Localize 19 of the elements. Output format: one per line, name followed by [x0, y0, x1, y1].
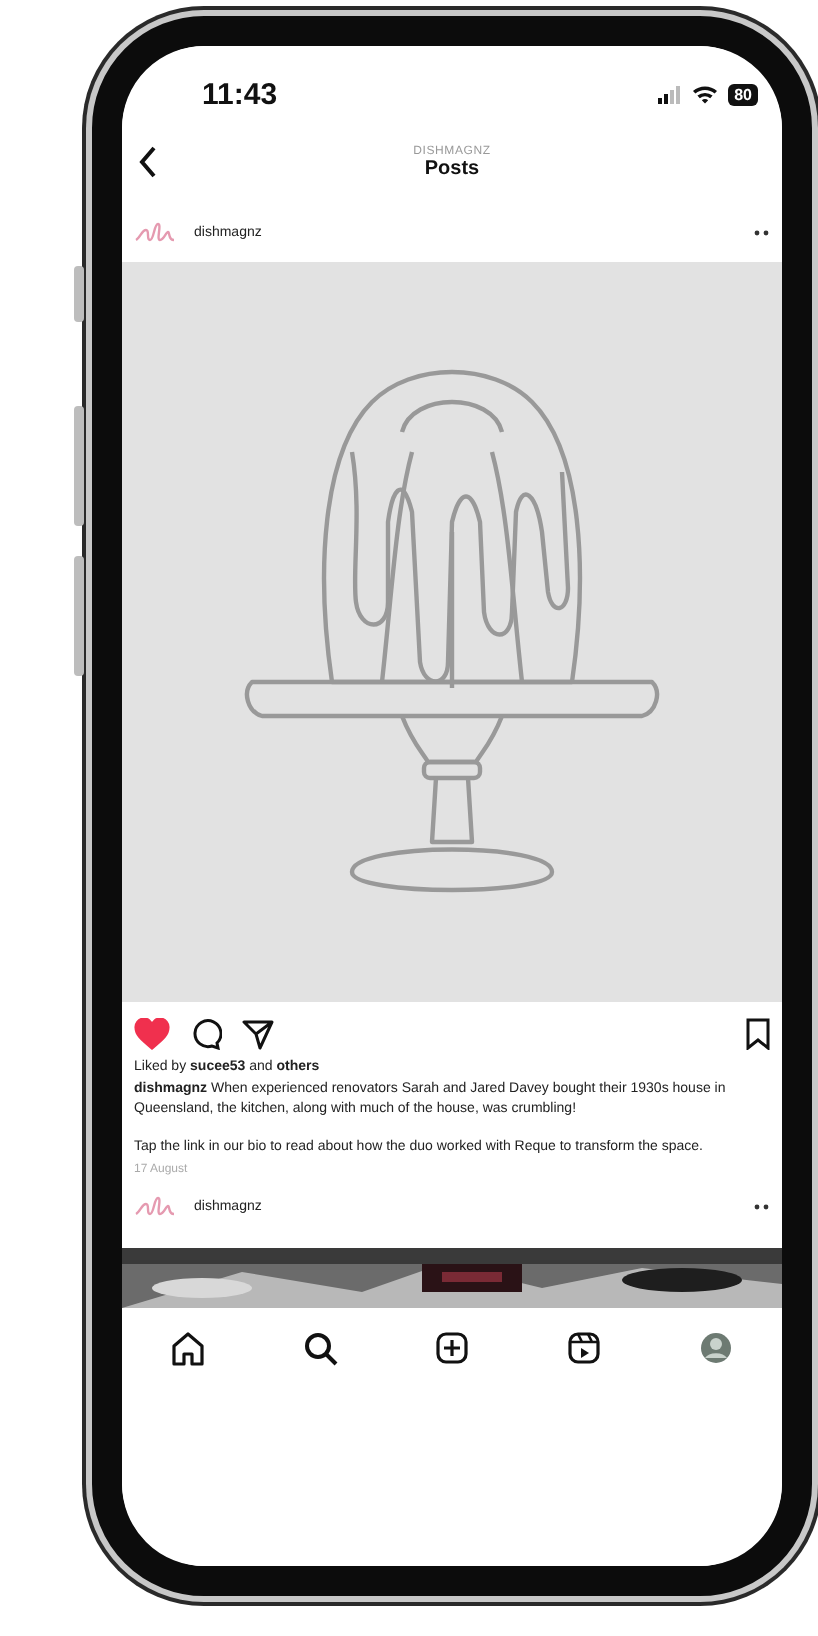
share-icon[interactable]: [242, 1018, 274, 1050]
bookmark-icon[interactable]: [746, 1018, 770, 1050]
back-icon[interactable]: [138, 146, 158, 178]
signal-icon: [658, 85, 683, 103]
add-icon[interactable]: [434, 1330, 470, 1366]
wifi-icon: [692, 84, 719, 104]
video-icon[interactable]: [566, 1330, 602, 1366]
clock-time: 11:43: [202, 77, 278, 111]
logo-icon: [134, 1194, 178, 1218]
page-title: Posts: [424, 157, 480, 179]
heart-icon[interactable]: [134, 1018, 170, 1050]
search-icon[interactable]: [302, 1330, 338, 1366]
avatar-icon[interactable]: [698, 1330, 734, 1366]
more-icon[interactable]: [754, 1203, 770, 1209]
more-icon[interactable]: [754, 229, 770, 235]
home-icon[interactable]: [170, 1330, 206, 1366]
logo-icon: [134, 220, 178, 244]
comment-icon[interactable]: [190, 1018, 222, 1050]
battery-indicator: 80: [728, 83, 758, 105]
